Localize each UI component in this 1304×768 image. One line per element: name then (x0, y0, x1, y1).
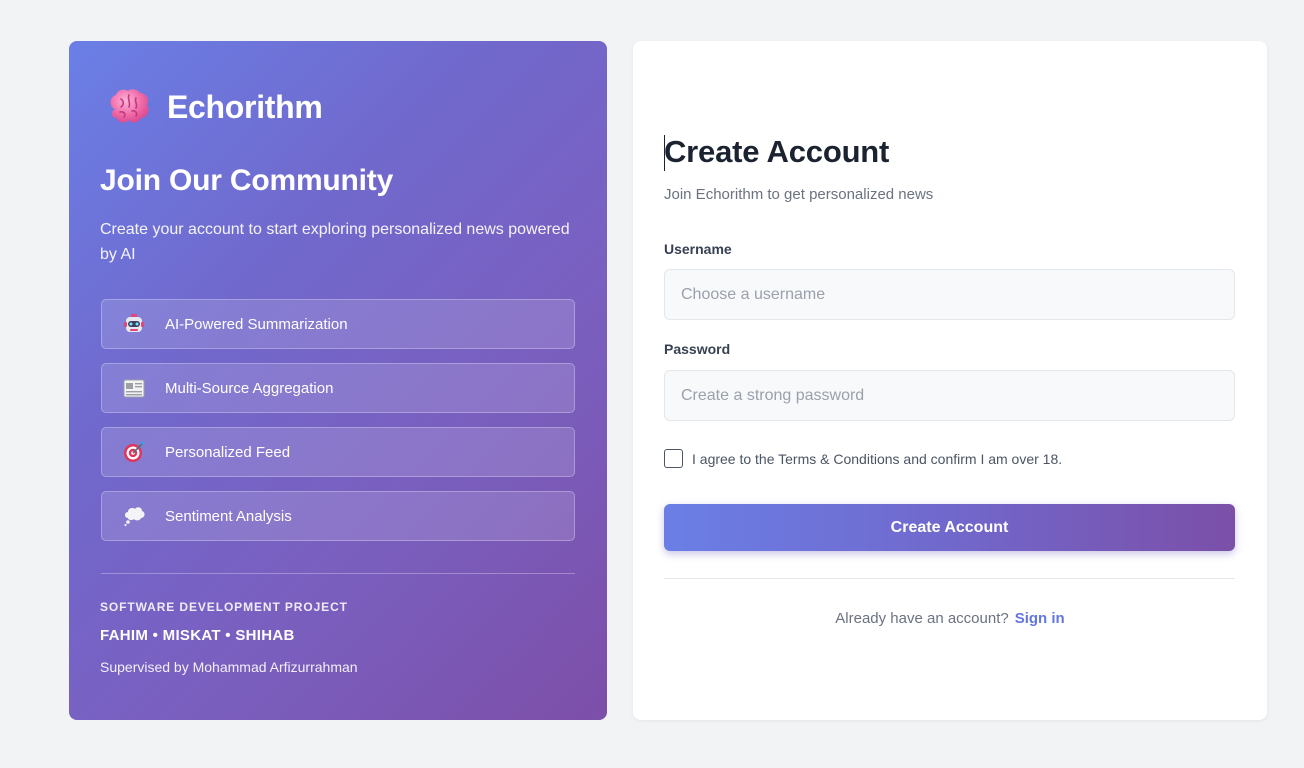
supervisor-text: Supervised by Mohammad Arfizurrahman (100, 659, 358, 675)
signin-prompt: Already have an account? (835, 610, 1009, 627)
thought-bubble-icon (122, 504, 146, 528)
feature-item-sentiment: Sentiment Analysis (101, 491, 575, 541)
promo-panel: Echorithm Join Our Community Create your… (69, 41, 607, 720)
feature-item-personalized: Personalized Feed (101, 427, 575, 477)
project-label: SOFTWARE DEVELOPMENT PROJECT (100, 600, 348, 614)
form-title: Create Account (664, 134, 890, 169)
divider (101, 573, 575, 574)
signin-row: Already have an account? Sign in (633, 610, 1267, 627)
promo-title: Join Our Community (100, 164, 394, 197)
feature-label: AI-Powered Summarization (165, 315, 348, 333)
brand: Echorithm (107, 87, 323, 127)
username-input[interactable] (664, 269, 1235, 320)
form-subtitle: Join Echorithm to get personalized news (664, 186, 934, 203)
target-icon (122, 440, 146, 464)
brain-icon (107, 87, 151, 127)
create-account-button[interactable]: Create Account (664, 504, 1235, 551)
password-input[interactable] (664, 370, 1235, 421)
feature-label: Multi-Source Aggregation (165, 379, 334, 397)
team-names: FAHIM • MISKAT • SHIHAB (100, 627, 295, 644)
robot-icon (122, 312, 146, 336)
terms-agreement: I agree to the Terms & Conditions and co… (664, 449, 1062, 468)
signin-link[interactable]: Sign in (1015, 610, 1065, 627)
newspaper-icon (122, 376, 146, 400)
feature-label: Personalized Feed (165, 443, 291, 461)
promo-subtitle: Create your account to start exploring p… (100, 221, 570, 263)
feature-list: AI-Powered Summarization Multi-Source Ag… (101, 299, 575, 555)
feature-item-aggregation: Multi-Source Aggregation (101, 363, 575, 413)
terms-label[interactable]: I agree to the Terms & Conditions and co… (692, 451, 1062, 467)
feature-item-summarization: AI-Powered Summarization (101, 299, 575, 349)
feature-label: Sentiment Analysis (165, 507, 292, 525)
signup-page: Echorithm Join Our Community Create your… (0, 0, 1304, 768)
divider (664, 578, 1235, 579)
brand-name: Echorithm (167, 88, 323, 125)
password-label: Password (664, 341, 731, 357)
username-label: Username (664, 241, 732, 257)
signup-form-panel: Create Account Join Echorithm to get per… (633, 41, 1267, 720)
terms-checkbox[interactable] (664, 449, 683, 468)
